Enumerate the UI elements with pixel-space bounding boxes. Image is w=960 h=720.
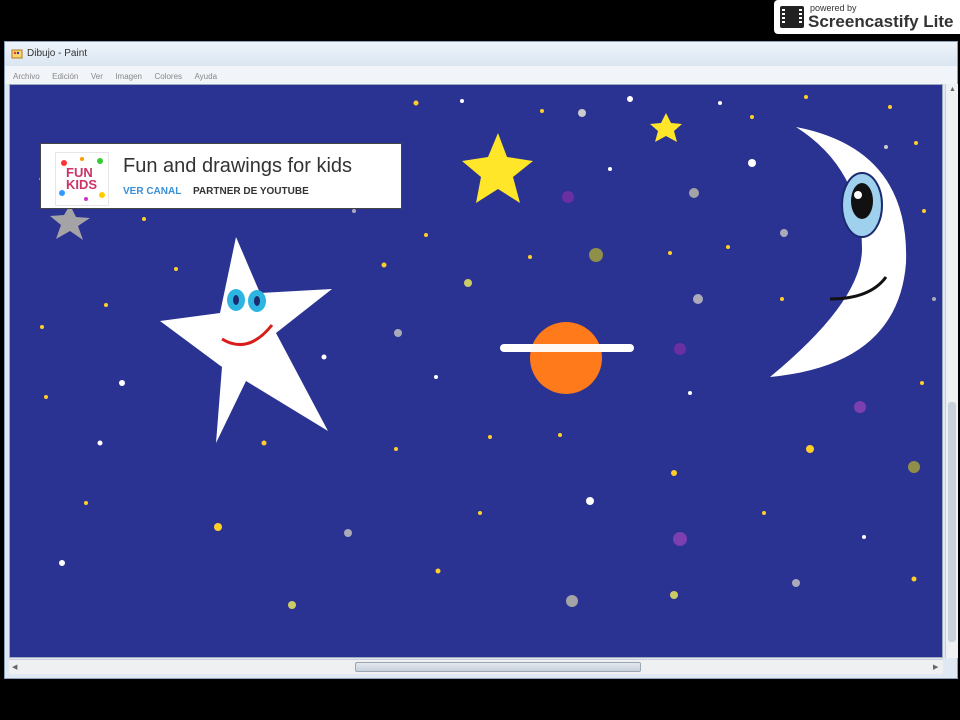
star-dot [578,109,586,117]
star-dot [424,233,428,237]
star-dot [394,447,398,451]
star-dot [911,576,917,582]
star-dot [488,435,492,439]
star-dot [668,251,672,255]
paint-window: Dibujo - Paint Archivo Edición Ver Image… [4,41,958,679]
star-dot [478,511,482,515]
star-dot [806,445,814,453]
star-dot [40,325,44,329]
star-dot [381,262,387,268]
star-dot [394,329,402,337]
star-dot [670,591,678,599]
star-dot [261,440,267,446]
star-dot [689,188,699,198]
star-dot [804,95,808,99]
menu-edicion[interactable]: Edición [52,72,78,81]
star-dot [434,375,438,379]
star-dot [792,579,800,587]
star-dot [97,440,103,446]
menu-imagen[interactable]: Imagen [115,72,142,81]
window-title: Dibujo - Paint [27,48,88,59]
star-dot [748,159,756,167]
star-dot [914,141,918,145]
star-dot [932,297,936,301]
star-dot [726,245,730,249]
horizontal-scroll-thumb[interactable] [355,662,641,672]
star-dot [44,395,48,399]
badge-brand: Screencastify Lite [808,12,954,31]
screencastify-badge: powered by Screencastify Lite [774,0,960,34]
scroll-up-arrow-icon[interactable]: ▲ [949,86,956,93]
star-dot [750,115,754,119]
star-dot [671,470,677,476]
star-dot [104,303,108,307]
star-dot [884,145,888,149]
star-dot [854,401,866,413]
star-dot [528,255,532,259]
star-dot [142,217,146,221]
star-dot [321,354,327,360]
star-dot [59,560,65,566]
menu-ayuda[interactable]: Ayuda [194,72,217,81]
star-dot [718,101,722,105]
channel-logo: FUN KIDS [55,152,109,206]
scroll-right-arrow-icon[interactable]: ▶ [933,663,938,671]
vertical-scroll-thumb[interactable] [948,402,956,642]
star-dot [562,191,574,203]
vertical-scrollbar[interactable]: ▲ [945,84,958,658]
title-bar: Dibujo - Paint [5,42,957,66]
horizontal-scrollbar[interactable]: ◀ ▶ [9,659,943,674]
star-dot [558,433,562,437]
star-dot [344,529,352,537]
star-dot [174,267,178,271]
star-dot [586,497,594,505]
star-dot [540,109,544,113]
star-dot [460,99,464,103]
star-dot [84,501,88,505]
star-dot [589,248,603,262]
star-dot [674,343,686,355]
star-dot [352,209,356,213]
drawing-canvas-frame: FUN KIDS Fun and drawings for kids VER C… [9,84,943,658]
scroll-left-arrow-icon[interactable]: ◀ [12,663,17,671]
menu-archivo[interactable]: Archivo [13,72,40,81]
paint-app-icon [11,49,23,59]
channel-logo-text: FUN KIDS [66,165,98,192]
menu-colores[interactable]: Colores [154,72,182,81]
star-dot [464,279,472,287]
star-dot [922,209,926,213]
star-dot [862,535,866,539]
partner-label: PARTNER DE YOUTUBE [193,186,309,197]
star-dot [288,601,296,609]
star-dot [888,105,892,109]
channel-title[interactable]: Fun and drawings for kids [123,155,352,178]
star-dot [214,523,222,531]
menu-bar: Archivo Edición Ver Imagen Colores Ayuda [5,66,957,84]
star-dot [627,96,633,102]
star-dot [435,568,441,574]
star-dot [762,511,766,515]
star-dot [693,294,703,304]
orange-planet [530,322,602,394]
star-dot [780,297,784,301]
star-dot [780,229,788,237]
star-dot [688,391,692,395]
menu-ver[interactable]: Ver [91,72,103,81]
ver-canal-link[interactable]: VER CANAL [123,186,181,197]
star-dot [608,167,612,171]
star-dot [920,381,924,385]
star-dot [673,532,687,546]
star-dot [908,461,920,473]
channel-card[interactable]: FUN KIDS Fun and drawings for kids VER C… [40,143,402,209]
screencastify-film-icon [780,6,804,28]
star-dot [566,595,578,607]
star-dot [119,380,125,386]
star-dot [413,100,419,106]
